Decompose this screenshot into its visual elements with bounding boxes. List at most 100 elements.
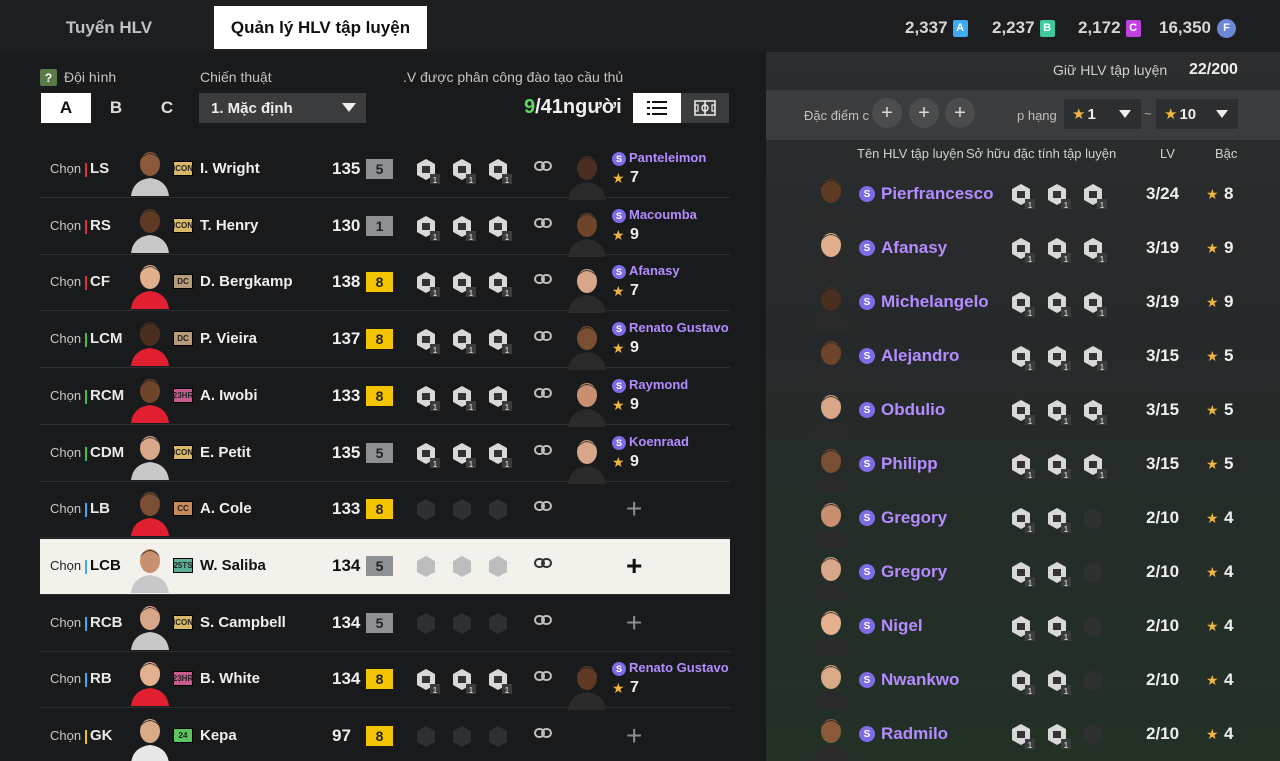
svg-text:1: 1 [1064, 633, 1069, 642]
formation-b-button[interactable]: B [91, 93, 141, 123]
coach-special-badge-icon: S [612, 322, 626, 337]
coach-row[interactable]: S Afanasy 1 1 1 3/19 ★ 9 [766, 224, 1280, 278]
coach-portrait [812, 449, 850, 493]
assigned-coach-portrait[interactable] [564, 207, 606, 257]
svg-text:1: 1 [1100, 255, 1105, 264]
player-row[interactable]: Chọn CF DC D. Bergkamp 138 8 111 S Afana… [40, 255, 730, 314]
player-row[interactable]: Chọn LS ICON I. Wright 135 5 111 S Pante… [40, 142, 730, 200]
player-row[interactable]: Chọn RCM 23HR A. Iwobi 133 8 111 S Raymo… [40, 369, 730, 427]
assign-coach-button[interactable]: + [626, 608, 642, 637]
link-icon[interactable] [534, 216, 552, 235]
coach-row[interactable]: S Gregory 11 2/10 ★ 4 [766, 494, 1280, 548]
currency-value: 16,350 [1159, 18, 1211, 37]
player-portrait [131, 492, 169, 537]
coach-row[interactable]: S Nwankwo 11 2/10 ★ 4 [766, 656, 1280, 710]
coach-row[interactable]: S Obdulio 1 1 1 3/15 ★ 5 [766, 386, 1280, 440]
add-trait-filter-2-button[interactable]: + [909, 98, 939, 128]
add-trait-filter-3-button[interactable]: + [945, 98, 975, 128]
svg-text:1: 1 [1064, 363, 1069, 372]
player-row[interactable]: Chọn RB 23HR B. White 134 8 111 S Renato… [40, 652, 730, 711]
coach-row[interactable]: S Pierfrancesco 1 1 1 3/24 ★ 8 [766, 170, 1280, 224]
link-icon[interactable] [534, 272, 552, 291]
choose-button[interactable]: Chọn [50, 445, 81, 460]
player-row[interactable]: Chọn RS ICON T. Henry 130 1 111 S Macoum… [40, 199, 730, 257]
assigned-coach-name: Renato Gustavo [629, 320, 729, 336]
player-row[interactable]: Chọn CDM ICON E. Petit 135 5 111 S Koenr… [40, 426, 730, 484]
coach-row[interactable]: S Alejandro 1 1 1 3/15 ★ 5 [766, 332, 1280, 386]
formation-c-button[interactable]: C [142, 93, 192, 123]
coach-name: Gregory [881, 508, 948, 527]
add-trait-filter-1-button[interactable]: + [872, 98, 902, 128]
link-icon[interactable] [534, 499, 552, 518]
link-icon[interactable] [534, 556, 552, 575]
choose-button[interactable]: Chọn [50, 728, 81, 743]
chevron-down-icon [342, 103, 356, 112]
assigned-coach-portrait[interactable] [564, 377, 606, 427]
choose-button[interactable]: Chọn [50, 501, 81, 516]
tab-recruit-coach[interactable]: Tuyển HLV [20, 6, 198, 49]
star-icon: ★ [1206, 294, 1219, 310]
player-row[interactable]: Chọn LB CC A. Cole 133 8 + [40, 482, 730, 539]
link-icon[interactable] [534, 329, 552, 348]
coach-grade: 5 [1224, 454, 1234, 473]
player-row[interactable]: Chọn LCM DC P. Vieira 137 8 111 S Renato… [40, 312, 730, 371]
link-icon[interactable] [534, 159, 552, 178]
coach-lv: 2/10 [1146, 508, 1180, 527]
link-icon[interactable] [534, 726, 552, 745]
player-row[interactable]: Chọn RCB ICON S. Campbell 134 5 + [40, 596, 730, 652]
svg-text:1: 1 [1028, 417, 1033, 426]
player-name: P. Vieira [200, 330, 257, 348]
player-row[interactable]: Chọn GK 24 Kepa 97 8 + [40, 709, 730, 761]
coach-row[interactable]: S Nigel 11 2/10 ★ 4 [766, 602, 1280, 656]
choose-button[interactable]: Chọn [50, 331, 81, 346]
assign-coach-button[interactable]: + [626, 551, 642, 580]
assigned-coach-portrait[interactable] [564, 150, 606, 200]
svg-text:1: 1 [1028, 363, 1033, 372]
choose-button[interactable]: Chọn [50, 161, 81, 176]
choose-button[interactable]: Chọn [50, 388, 81, 403]
coach-row[interactable]: S Radmilo 11 2/10 ★ 4 [766, 710, 1280, 761]
coach-row[interactable]: S Gregory 11 2/10 ★ 4 [766, 548, 1280, 602]
link-icon[interactable] [534, 669, 552, 688]
assigned-coach-portrait[interactable] [564, 660, 606, 711]
assigned-coach-portrait[interactable] [564, 263, 606, 314]
assigned-coach-portrait[interactable] [564, 320, 606, 371]
player-portrait [131, 208, 169, 253]
svg-text:1: 1 [433, 686, 438, 695]
pitch-view-button[interactable] [681, 93, 729, 123]
link-icon[interactable] [534, 443, 552, 462]
player-level-badge: 5 [366, 612, 393, 633]
player-ovr: 138 [332, 272, 361, 292]
rank-from-select[interactable]: ★ 1 [1064, 99, 1141, 129]
coach-grade: 4 [1224, 724, 1234, 743]
assigned-coach-grade: 9 [630, 339, 639, 357]
rank-to-select[interactable]: ★ 10 [1156, 99, 1238, 129]
assigned-coach-grade: 7 [630, 679, 639, 697]
coach-row[interactable]: S Philipp 1 1 1 3/15 ★ 5 [766, 440, 1280, 494]
choose-button[interactable]: Chọn [50, 218, 81, 233]
assigned-coach-grade: 9 [630, 452, 639, 470]
choose-button[interactable]: Chọn [50, 274, 81, 289]
assign-coach-button[interactable]: + [626, 495, 642, 523]
trait-icons: 1 1 1 [1012, 184, 1107, 210]
assign-coach-button[interactable]: + [626, 722, 642, 750]
choose-button[interactable]: Chọn [50, 671, 81, 686]
training-trait-slots: 1 1 1 [415, 156, 525, 186]
list-view-button[interactable] [633, 93, 681, 123]
player-portrait [131, 548, 169, 593]
tactic-select[interactable]: 1. Mặc định [199, 93, 366, 123]
coach-name: Pierfrancesco [881, 184, 994, 203]
coach-name: Nigel [881, 616, 923, 635]
assigned-coach-portrait[interactable] [564, 434, 606, 484]
player-row[interactable]: Chọn LCB 25TS W. Saliba 134 5 + [40, 538, 730, 595]
link-icon[interactable] [534, 613, 552, 632]
tab-manage-coach[interactable]: Quản lý HLV tập luyện [214, 6, 427, 49]
choose-button[interactable]: Chọn [50, 558, 81, 573]
choose-button[interactable]: Chọn [50, 615, 81, 630]
formation-a-button[interactable]: A [41, 93, 91, 123]
col-header-lv: LV [1160, 146, 1175, 161]
link-icon[interactable] [534, 386, 552, 405]
chevron-down-icon [1216, 110, 1228, 118]
coach-row[interactable]: S Michelangelo 1 1 1 3/19 ★ 9 [766, 278, 1280, 332]
help-icon[interactable]: ? [40, 69, 57, 86]
